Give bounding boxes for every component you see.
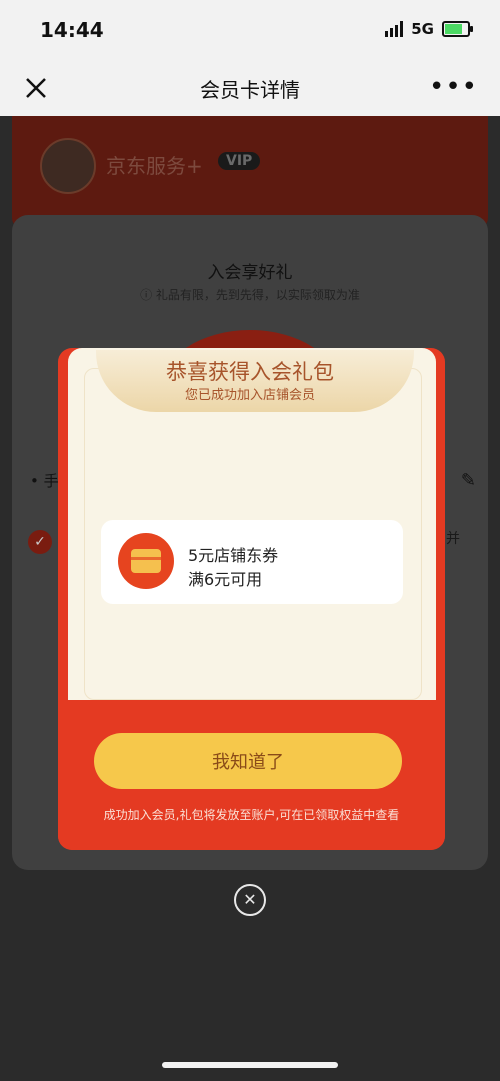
coupon-icon bbox=[118, 533, 174, 589]
benefit-note: ⓘ 礼品有限，先到先得，以实际领取为准 bbox=[140, 288, 360, 302]
coupon-condition: 满6元可用 bbox=[188, 570, 263, 589]
edit-icon[interactable]: ✎ bbox=[461, 470, 476, 491]
modal-footer-note: 成功加入会员,礼包将发放至账户,可在已领取权益中查看 bbox=[103, 808, 400, 822]
coupon-name: 5元店铺东券 bbox=[188, 546, 279, 565]
status-indicators: 5G bbox=[385, 20, 473, 38]
navbar: 会员卡详情 ••• bbox=[0, 60, 500, 116]
agree-checkbox[interactable]: ✓ bbox=[28, 530, 52, 554]
network-type: 5G bbox=[411, 20, 434, 38]
status-time: 14:44 bbox=[40, 18, 104, 42]
vip-badge: VIP bbox=[218, 152, 261, 170]
more-menu-icon[interactable]: ••• bbox=[429, 72, 478, 102]
shop-avatar bbox=[40, 138, 96, 194]
modal-title: 恭喜获得入会礼包 bbox=[166, 360, 334, 384]
background-suffix-text: 并 bbox=[446, 531, 460, 547]
signal-icon bbox=[385, 21, 404, 37]
home-indicator bbox=[162, 1062, 338, 1068]
benefit-title: 入会享好礼 bbox=[207, 263, 293, 283]
modal-subtitle: 您已成功加入店铺会员 bbox=[184, 388, 315, 403]
phone-field-label: • 手 bbox=[30, 472, 59, 490]
modal-close-icon[interactable]: ✕ bbox=[234, 884, 266, 916]
page-title: 会员卡详情 bbox=[200, 78, 300, 102]
shop-name: 京东服务+ bbox=[106, 154, 203, 178]
confirm-button[interactable]: 我知道了 bbox=[94, 733, 402, 789]
battery-icon bbox=[442, 21, 473, 37]
